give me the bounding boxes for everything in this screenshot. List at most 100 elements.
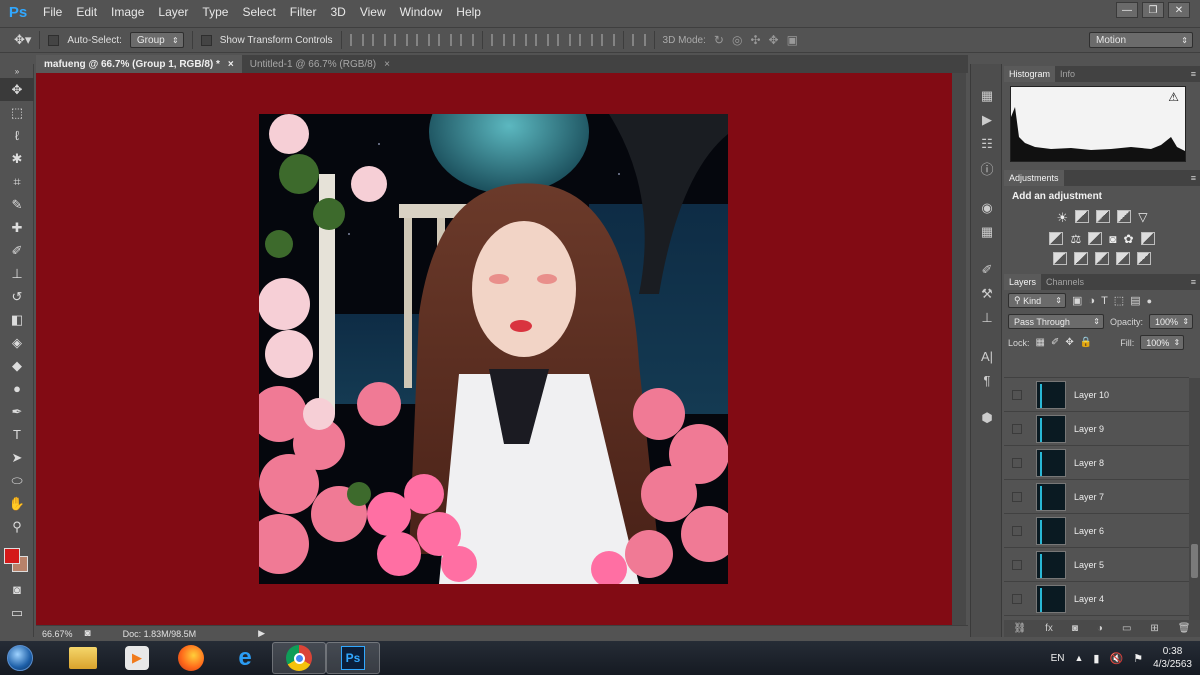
tab-untitled[interactable]: Untitled-1 @ 66.7% (RGB/8) × [242, 55, 398, 73]
show-transform-checkbox[interactable] [200, 34, 212, 46]
media-player-icon[interactable]: ▶ [110, 642, 164, 674]
firefox-icon[interactable] [164, 642, 218, 674]
visibility-toggle[interactable] [1012, 457, 1022, 468]
type-tool-icon[interactable]: T [0, 423, 34, 446]
link-layers-icon[interactable]: ⛓ [1013, 623, 1026, 634]
tab-adjustments[interactable]: Adjustments [1004, 170, 1064, 186]
lock-position-icon[interactable]: ✥ [1065, 337, 1073, 348]
layer-row[interactable] [1004, 368, 1189, 378]
menu-help[interactable]: Help [449, 5, 488, 19]
swatches-panel-icon[interactable]: ▦ [971, 220, 1003, 244]
blur-tool-icon[interactable]: ◆ [0, 354, 34, 377]
marquee-tool-icon[interactable]: ⬚ [0, 101, 34, 124]
add-mask-icon[interactable]: ◙ [1072, 623, 1078, 634]
path-selection-tool-icon[interactable]: ➤ [0, 446, 34, 469]
document-canvas-image[interactable] [259, 114, 728, 584]
threshold-icon[interactable] [1095, 252, 1109, 265]
menu-filter[interactable]: Filter [283, 5, 324, 19]
distribute-bottom-icon[interactable] [534, 34, 549, 46]
3d-scale-icon[interactable]: ▣ [787, 33, 798, 47]
close-tab-icon[interactable]: × [228, 59, 234, 70]
panel-menu-icon[interactable]: ≡ [1191, 277, 1200, 287]
internet-explorer-icon[interactable]: e [218, 642, 272, 674]
invert-icon[interactable] [1053, 252, 1067, 265]
auto-align-icon[interactable] [631, 34, 646, 46]
auto-select-dropdown[interactable]: Group [129, 32, 184, 48]
kind-filter-dropdown[interactable]: ⚲ Kind [1008, 293, 1066, 308]
start-button[interactable] [0, 642, 40, 674]
magic-wand-tool-icon[interactable]: ✱ [0, 147, 34, 170]
canvas-scrollbar[interactable] [952, 73, 966, 625]
eyedropper-tool-icon[interactable]: ✎ [0, 193, 34, 216]
language-indicator[interactable]: EN [1051, 653, 1065, 664]
menu-3d[interactable]: 3D [323, 5, 352, 19]
distribute-left-icon[interactable] [556, 34, 571, 46]
distribute-vcenter-icon[interactable] [512, 34, 527, 46]
history-brush-tool-icon[interactable]: ↺ [0, 285, 34, 308]
menu-file[interactable]: File [36, 5, 69, 19]
warning-icon[interactable]: ⚠ [1168, 90, 1179, 104]
channel-mixer-icon[interactable]: ✿ [1123, 232, 1133, 246]
3d-drag-icon[interactable]: ✣ [750, 33, 760, 47]
layer-row[interactable]: Layer 9 [1004, 412, 1189, 446]
align-hcenter-icon[interactable] [437, 34, 452, 46]
menu-edit[interactable]: Edit [69, 5, 104, 19]
chrome-icon[interactable] [272, 642, 326, 674]
layer-style-icon[interactable]: fx [1045, 623, 1053, 634]
filter-type-icon[interactable]: T [1101, 295, 1108, 307]
hue-saturation-icon[interactable] [1049, 232, 1064, 245]
character-panel-icon[interactable]: A| [971, 344, 1003, 368]
layer-name[interactable]: Layer 5 [1074, 560, 1104, 570]
panel-collapse-icon[interactable]: » [0, 64, 34, 78]
vibrance-icon[interactable]: ▽ [1138, 210, 1147, 226]
layer-row[interactable]: Layer 10 [1004, 378, 1189, 412]
align-left-icon[interactable] [415, 34, 430, 46]
color-lookup-icon[interactable] [1140, 232, 1155, 245]
menu-view[interactable]: View [353, 5, 393, 19]
menu-window[interactable]: Window [393, 5, 450, 19]
move-tool-icon[interactable]: ✥ [0, 78, 34, 101]
brightness-contrast-icon[interactable]: ☀ [1057, 210, 1069, 226]
paragraph-panel-icon[interactable]: ¶ [971, 368, 1003, 392]
layer-name[interactable]: Layer 7 [1074, 492, 1104, 502]
visibility-toggle[interactable] [1012, 525, 1022, 536]
selective-color-icon[interactable] [1116, 252, 1130, 265]
brush-panel-icon[interactable]: ✐ [971, 258, 1003, 282]
photoshop-taskbar-icon[interactable]: Ps [326, 642, 380, 674]
auto-select-checkbox[interactable] [48, 34, 60, 46]
tool-presets-icon[interactable]: ⚒ [971, 282, 1003, 306]
status-menu-arrow-icon[interactable]: ▶ [258, 628, 265, 639]
properties-panel-icon[interactable]: ☷ [971, 132, 1003, 156]
show-hidden-icons-icon[interactable]: ▲ [1075, 653, 1084, 663]
align-vcenter-icon[interactable] [371, 34, 386, 46]
brush-tool-icon[interactable]: ✐ [0, 239, 34, 262]
zoom-tool-icon[interactable]: ⚲ [0, 515, 34, 538]
visibility-toggle[interactable] [1012, 491, 1022, 502]
visibility-toggle[interactable] [1012, 423, 1022, 434]
color-balance-icon[interactable]: ⚖ [1070, 232, 1081, 246]
align-right-icon[interactable] [459, 34, 474, 46]
layers-scrollbar[interactable] [1189, 378, 1200, 620]
workspace-dropdown[interactable]: Motion [1089, 32, 1193, 48]
layer-row[interactable]: Layer 4 [1004, 582, 1189, 616]
3d-rotate-icon[interactable]: ↻ [714, 33, 724, 47]
color-palette-icon[interactable]: ◉ [971, 196, 1003, 220]
layer-row[interactable]: Layer 5 [1004, 548, 1189, 582]
close-tab-icon[interactable]: × [384, 59, 390, 70]
layer-name[interactable]: Layer 4 [1074, 594, 1104, 604]
info-panel-icon[interactable]: ⓘ [971, 156, 1003, 180]
paint-bucket-tool-icon[interactable]: ◈ [0, 331, 34, 354]
menu-image[interactable]: Image [104, 5, 151, 19]
fill-field[interactable]: 100% [1140, 335, 1185, 350]
screen-mode-icon[interactable]: ▭ [0, 601, 34, 624]
layer-row[interactable]: Layer 7 [1004, 480, 1189, 514]
layer-name[interactable]: Layer 6 [1074, 526, 1104, 536]
tab-layers[interactable]: Layers [1004, 274, 1042, 290]
exposure-icon[interactable] [1117, 210, 1132, 223]
dodge-tool-icon[interactable]: ● [0, 377, 34, 400]
align-bottom-icon[interactable] [393, 34, 408, 46]
distribute-top-icon[interactable] [490, 34, 505, 46]
filter-shape-icon[interactable]: ⬚ [1114, 294, 1124, 307]
delete-layer-icon[interactable]: 🗑 [1178, 623, 1191, 634]
3d-roll-icon[interactable]: ◎ [732, 33, 742, 47]
